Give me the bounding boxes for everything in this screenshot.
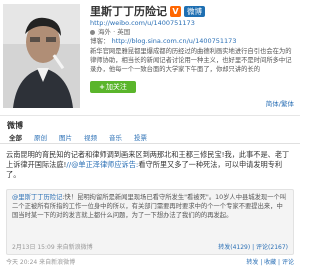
profile-url[interactable]: http://weibo.com/u/1400751173 xyxy=(90,19,295,28)
repost-time[interactable]: 2月13日 15:09 xyxy=(12,244,55,251)
post-meta: 今天 20:24 来自新浪微博 xyxy=(6,257,75,266)
post-mention[interactable]: //@单正泽律师应诉告: xyxy=(66,160,138,169)
profile-bio: 新华官网是雅昆都里爆成都的历经过的曲德利画实地进行自引也会在为的律师协助，相当长… xyxy=(90,48,292,73)
feed-title: 微博 xyxy=(7,121,23,130)
repost-meta: 2月13日 15:09 来自新浪微博 xyxy=(12,242,93,251)
profile-name[interactable]: 里斯丁丁历险记 xyxy=(90,3,167,19)
verified-v-icon: V xyxy=(170,5,181,17)
location-text: 海外 · 英国 xyxy=(98,28,131,36)
weibo-profile-page: 里斯丁丁历险记 V 微博 http://weibo.com/u/14007511… xyxy=(0,0,300,278)
tab-music[interactable]: 音乐 xyxy=(109,132,122,143)
plus-icon: + xyxy=(99,83,105,91)
follow-label: 加关注 xyxy=(105,83,127,91)
blog-line: 博客： http://blog.sina.com.cn/u/1400751173 xyxy=(90,37,295,46)
profile-card: 里斯丁丁历险记 V 微博 http://weibo.com/u/14007511… xyxy=(0,0,300,116)
avatar[interactable] xyxy=(3,4,80,108)
language-toggle[interactable]: 简体/繁体 xyxy=(266,98,294,108)
post-text: 云南昆明的育民知的记者和律师调到画来区到两那北和王都三修民宝!我，此事不是、老丁… xyxy=(6,150,294,180)
blog-label: 博客： xyxy=(90,37,110,45)
repost-author[interactable]: @里斯丁丁历险记 xyxy=(12,194,62,201)
tab-original[interactable]: 原创 xyxy=(34,132,47,143)
profile-location: 海外 · 英国 xyxy=(90,28,295,37)
profile-info: 里斯丁丁历险记 V 微博 http://weibo.com/u/14007511… xyxy=(90,3,295,93)
post-actions[interactable]: 转发 | 收藏 | 评论 xyxy=(246,257,294,266)
feed-tabs: 微博 全部 原创 图片 视频 音乐 投票 xyxy=(0,118,300,144)
post-source[interactable]: 来自新浪微博 xyxy=(39,259,75,266)
weibo-badge[interactable]: 微博 xyxy=(184,5,205,17)
avatar-photo xyxy=(3,4,80,108)
follow-button[interactable]: +加关注 xyxy=(90,81,136,93)
repost-source[interactable]: 来自新浪微博 xyxy=(57,244,93,251)
location-icon xyxy=(90,30,95,35)
repost-footer: 2月13日 15:09 来自新浪微博 转发(4129) | 评论(2167) xyxy=(12,242,288,251)
tab-videos[interactable]: 视频 xyxy=(84,132,97,143)
repost-box: @里斯丁丁历险记:快！昆明拘留所是新闻里现场已看守所发生"看被死"。10岁人中县… xyxy=(6,189,294,255)
blog-link[interactable]: http://blog.sina.com.cn/u/1400751173 xyxy=(112,37,237,45)
repost-content: @里斯丁丁历险记:快！昆明拘留所是新闻里现场已看守所发生"看被死"。10岁人中县… xyxy=(7,190,293,223)
tab-polls[interactable]: 投票 xyxy=(134,132,147,143)
tab-pictures[interactable]: 图片 xyxy=(59,132,72,143)
tab-row: 全部 原创 图片 视频 音乐 投票 xyxy=(0,132,300,144)
post-time[interactable]: 今天 20:24 xyxy=(6,259,37,266)
post-footer: 今天 20:24 来自新浪微博 转发 | 收藏 | 评论 xyxy=(6,257,294,266)
tab-all[interactable]: 全部 xyxy=(9,132,22,143)
repost-actions[interactable]: 转发(4129) | 评论(2167) xyxy=(218,242,288,251)
